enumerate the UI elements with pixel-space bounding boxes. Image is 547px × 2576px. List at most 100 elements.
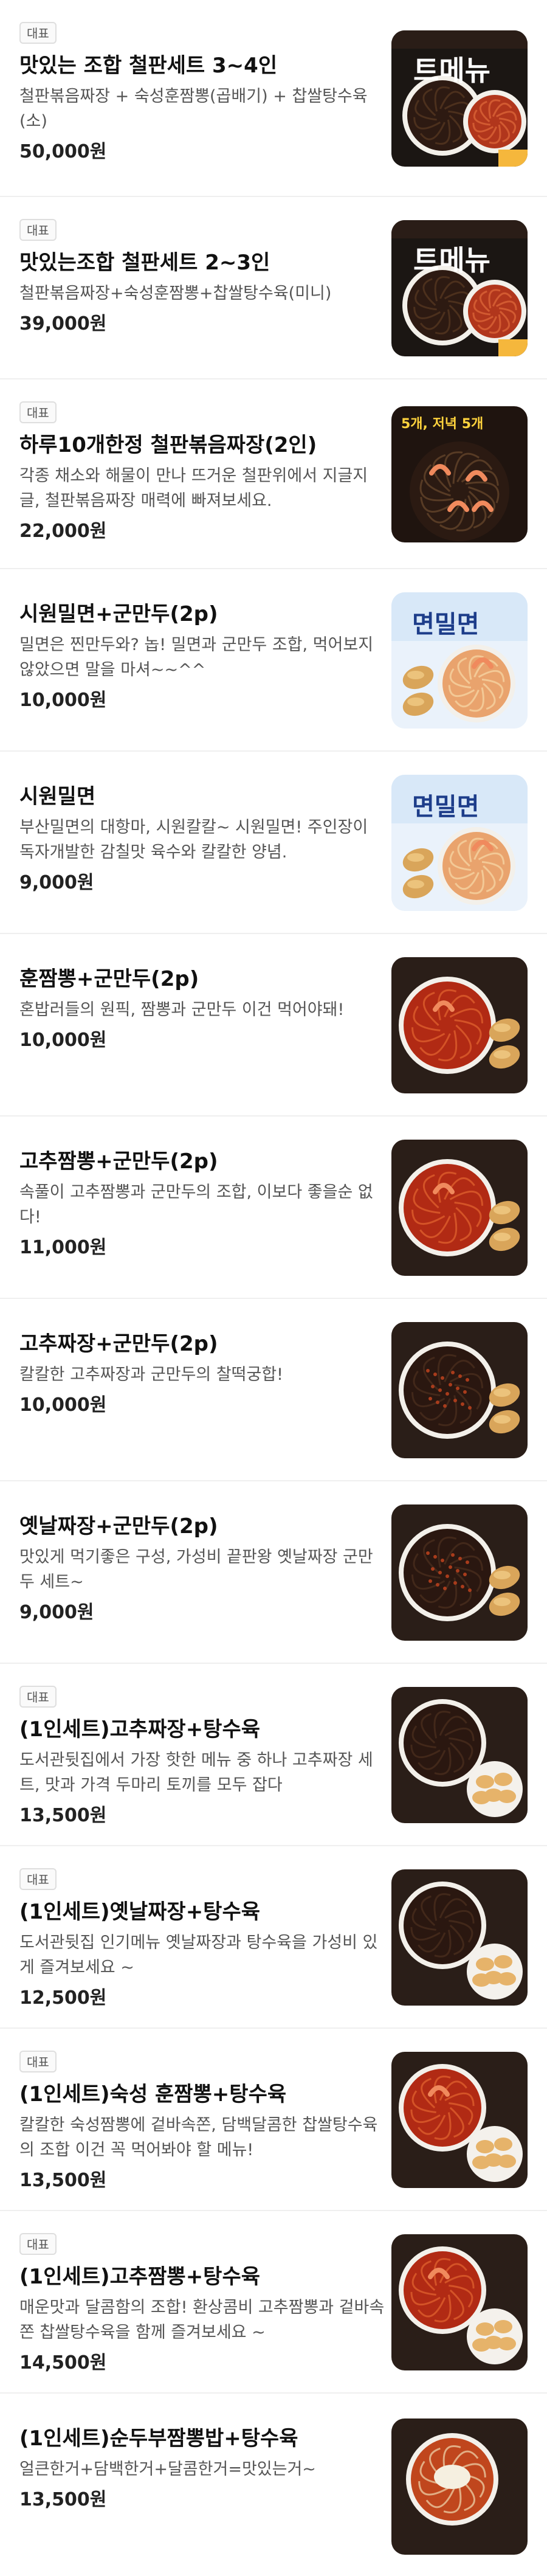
menu-item-price: 10,000원 [19,690,107,711]
jjamppong-tangsuyuk-image [391,2052,528,2188]
jjamppong-dumpling-image [391,1140,528,1276]
menu-item[interactable]: 대표 맛있는 조합 철판세트 3~4인 철판볶음짜장 + 숙성훈짬뽕(곱배기) + … [0,0,547,197]
image-caption: 면밀면 [412,611,479,639]
representative-badge: 대표 [19,1868,57,1890]
soondubu-tangsuyuk-image [391,2418,528,2555]
menu-item-text: 대표맛있는조합 철판세트 2~3인철판볶음짜장+숙성훈짬뽕+찹쌀탕수육(미니) 3… [19,219,385,336]
menu-list: 대표 맛있는 조합 철판세트 3~4인 철판볶음짜장 + 숙성훈짬뽕(곱배기) + … [0,0,547,2576]
menu-item-photo[interactable]: 트메뉴 [391,220,528,356]
menu-item-text: 훈짬뽕+군만두(2p) 혼밥러들의 원픽, 짬뽕과 군만두 이건 먹어야돼! 10,… [19,966,385,1053]
milmyeon-poster-image: 면밀면 [391,592,528,729]
menu-item-description: 얼큰한거+담백한거+달콤한거=맛있는거~ [19,2460,316,2479]
set-poster-image: 트메뉴 [391,220,528,356]
menu-item-price: 10,000원 [19,1394,107,1416]
menu-item[interactable]: 시원밀면부산밀면의 대항마, 시원칼칼~ 시원밀면! 주인장이 독자개발한 감칠… [0,752,547,934]
menu-item[interactable]: 옛날짜장+군만두(2p) 맛있게 먹기좋은 구성, 가성비 끝판왕 옛날짜장 군만… [0,1481,547,1664]
iron-plate-image: 5개, 저녁 5개 [391,406,528,542]
menu-item-text: 대표 맛있는 조합 철판세트 3~4인 철판볶음짜장 + 숙성훈짬뽕(곱배기) + … [19,22,385,164]
menu-item-description: 밀면은 찐만두와? 놉! 밀면과 군만두 조합, 먹어보지 않았으면 말을 마셔… [19,635,374,679]
menu-item-price: 11,000원 [19,1237,107,1258]
menu-item-name: 하루10개한정 철판볶음짜장(2인) [19,433,317,457]
menu-item[interactable]: 대표 (1인세트)고추짬뽕+탕수육 매운맛과 달콤함의 조합! 환상콤비 고추짬뽕과… [0,2211,547,2394]
menu-item-description: 도서관뒷집 인기메뉴 옛날짜장과 탕수육을 가성비 있게 즐겨보세요 ~ [19,1933,378,1977]
menu-item-photo[interactable] [391,1869,528,2006]
menu-item[interactable]: 훈짬뽕+군만두(2p) 혼밥러들의 원픽, 짬뽕과 군만두 이건 먹어야돼! 10,… [0,934,547,1117]
image-caption: 트메뉴 [413,54,490,87]
menu-item[interactable]: 고추짬뽕+군만두(2p) 속풀이 고추짬뽕과 군만두의 조합, 이보다 좋을순 없… [0,1117,547,1299]
menu-item-photo[interactable] [391,1504,528,1641]
menu-item[interactable]: 고추짜장+군만두(2p) 칼칼한 고추짜장과 군만두의 찰떡궁합! 10,000원 [0,1299,547,1481]
menu-item-text: (1인세트)순두부짬뽕밥+탕수육얼큰한거+담백한거+달콤한거=맛있는거~ 13,5… [19,2425,385,2512]
menu-item-name: 시원밀면+군만두(2p) [19,602,218,626]
jjajang-dumpling-image [391,1504,528,1641]
menu-item-photo[interactable]: 트메뉴 [391,30,528,167]
menu-item-name: (1인세트)숙성 훈짬뽕+탕수육 [19,2082,287,2107]
menu-item-photo[interactable]: 면밀면 [391,775,528,911]
menu-item[interactable]: 대표하루10개한정 철판볶음짜장(2인) 각종 채소와 해물이 만나 뜨거운 철판… [0,379,547,569]
menu-item-price: 39,000원 [19,313,107,334]
menu-item[interactable]: 대표 (1인세트)고추짜장+탕수육도서관뒷집에서 가장 핫한 메뉴 중 하나 고추… [0,1664,547,1846]
menu-item-text: 대표 (1인세트)고추짜장+탕수육도서관뒷집에서 가장 핫한 메뉴 중 하나 고추… [19,1686,385,1828]
menu-item-description: 칼칼한 고추짜장과 군만두의 찰떡궁합! [19,1365,284,1384]
menu-item-price: 13,500원 [19,2170,107,2191]
menu-item-price: 14,500원 [19,2352,107,2373]
menu-item-price: 13,500원 [19,2489,107,2510]
representative-badge: 대표 [19,219,57,241]
menu-item-photo[interactable] [391,1687,528,1823]
jjajang-tangsuyuk-image [391,1869,528,2006]
menu-item-text: 고추짬뽕+군만두(2p) 속풀이 고추짬뽕과 군만두의 조합, 이보다 좋을순 없… [19,1148,385,1260]
menu-item-description: 혼밥러들의 원픽, 짬뽕과 군만두 이건 먹어야돼! [19,1000,345,1019]
menu-item-price: 10,000원 [19,1030,107,1051]
menu-item-description: 부산밀면의 대항마, 시원칼칼~ 시원밀면! 주인장이 독자개발한 감칠맛 육수… [19,818,368,862]
menu-item-text: 옛날짜장+군만두(2p) 맛있게 먹기좋은 구성, 가성비 끝판왕 옛날짜장 군만… [19,1513,385,1625]
menu-item-price: 50,000원 [19,141,107,162]
menu-item-name: 맛있는 조합 철판세트 3~4인 [19,54,278,78]
menu-item-price: 13,500원 [19,1805,107,1826]
menu-item-name: 고추짬뽕+군만두(2p) [19,1149,218,1174]
menu-item-name: 맛있는조합 철판세트 2~3인 [19,251,270,275]
menu-item-photo[interactable]: 면밀면 [391,592,528,729]
menu-item-price: 9,000원 [19,1602,94,1623]
menu-item-price: 22,000원 [19,521,107,542]
menu-item-price: 12,500원 [19,1987,107,2009]
menu-item[interactable]: 대표 (1인세트)옛날짜장+탕수육 도서관뒷집 인기메뉴 옛날짜장과 탕수육을 가성… [0,1846,547,2029]
menu-item-description: 매운맛과 달콤함의 조합! 환상콤비 고추짬뽕과 겉바속쫀 찹쌀탕수육을 함께 … [19,2298,385,2342]
menu-item-name: 훈짬뽕+군만두(2p) [19,967,199,991]
menu-item-text: 대표 (1인세트)숙성 훈짬뽕+탕수육칼칼한 숙성짬뽕에 겉바속쫀, 담백달콤한 … [19,2051,385,2193]
menu-item[interactable]: (1인세트)순두부짬뽕밥+탕수육얼큰한거+담백한거+달콤한거=맛있는거~ 13,5… [0,2394,547,2576]
menu-item-photo[interactable] [391,2418,528,2555]
menu-item-photo[interactable] [391,2234,528,2370]
representative-badge: 대표 [19,1686,57,1708]
menu-item-description: 도서관뒷집에서 가장 핫한 메뉴 중 하나 고추짜장 세트, 맛과 가격 두마리… [19,1751,373,1795]
menu-item-name: (1인세트)순두부짬뽕밥+탕수육 [19,2426,298,2451]
menu-item[interactable]: 대표 (1인세트)숙성 훈짬뽕+탕수육칼칼한 숙성짬뽕에 겉바속쫀, 담백달콤한 … [0,2029,547,2211]
menu-item-description: 맛있게 먹기좋은 구성, 가성비 끝판왕 옛날짜장 군만두 세트~ [19,1548,373,1591]
menu-item-photo[interactable] [391,1140,528,1276]
image-caption: 트메뉴 [413,244,490,277]
menu-item-photo[interactable]: 5개, 저녁 5개 [391,406,528,542]
menu-item-name: 시원밀면 [19,784,96,809]
milmyeon-poster-image: 면밀면 [391,775,528,911]
menu-item-text: 시원밀면부산밀면의 대항마, 시원칼칼~ 시원밀면! 주인장이 독자개발한 감칠… [19,783,385,895]
menu-item[interactable]: 시원밀면+군만두(2p) 밀면은 찐만두와? 놉! 밀면과 군만두 조합, 먹어보… [0,569,547,752]
image-caption: 면밀면 [412,793,479,821]
menu-item-photo[interactable] [391,2052,528,2188]
representative-badge: 대표 [19,2233,57,2255]
jjamppong-tangsuyuk-image [391,2234,528,2370]
menu-item-description: 칼칼한 숙성짬뽕에 겉바속쫀, 담백달콤한 찹쌀탕수육의 조합 이건 꼭 먹어봐… [19,2116,378,2159]
jjamppong-dumpling-image [391,957,528,1093]
menu-item-name: 고추짜장+군만두(2p) [19,1332,218,1356]
representative-badge: 대표 [19,2051,57,2072]
menu-item-description: 각종 채소와 해물이 만나 뜨거운 철판위에서 지글지글, 철판볶음짜장 매력에… [19,466,368,510]
menu-item-text: 대표 (1인세트)옛날짜장+탕수육 도서관뒷집 인기메뉴 옛날짜장과 탕수육을 가성… [19,1868,385,2010]
representative-badge: 대표 [19,401,57,423]
menu-item-photo[interactable] [391,1322,528,1458]
menu-item-description: 철판볶음짜장+숙성훈짬뽕+찹쌀탕수육(미니) [19,284,332,303]
image-caption: 5개, 저녁 5개 [401,417,483,432]
menu-item[interactable]: 대표맛있는조합 철판세트 2~3인철판볶음짜장+숙성훈짬뽕+찹쌀탕수육(미니) 3… [0,197,547,379]
menu-item-photo[interactable] [391,957,528,1093]
menu-item-name: (1인세트)고추짜장+탕수육 [19,1717,261,1742]
jjajang-dumpling-image [391,1322,528,1458]
jjajang-tangsuyuk-image [391,1687,528,1823]
menu-item-text: 시원밀면+군만두(2p) 밀면은 찐만두와? 놉! 밀면과 군만두 조합, 먹어보… [19,601,385,713]
